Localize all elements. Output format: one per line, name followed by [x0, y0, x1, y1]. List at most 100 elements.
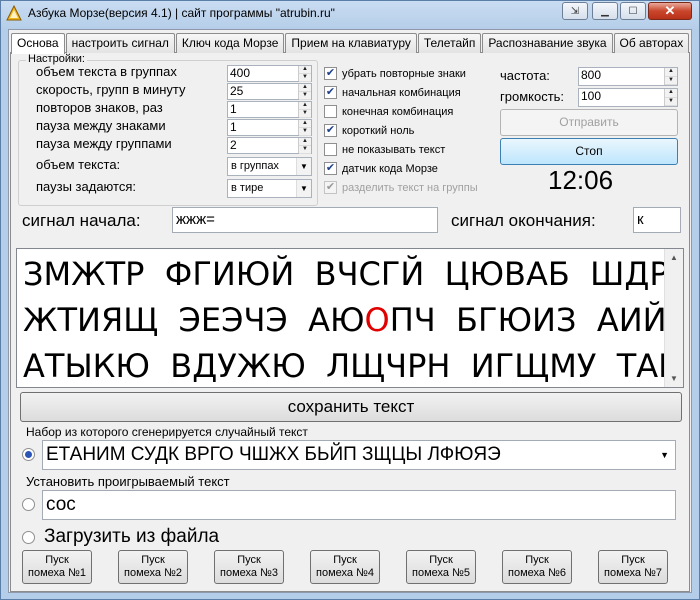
volume-input[interactable]: 100 ▲ ▼	[578, 88, 678, 107]
spin-down-icon[interactable]: ▼	[665, 76, 677, 85]
clock-display: 12:06	[548, 165, 614, 195]
spin-up-icon[interactable]: ▲	[299, 102, 311, 110]
played-text-input[interactable]: сос	[42, 490, 676, 520]
noise-button-1[interactable]: Пуск помеха №1	[22, 550, 92, 584]
spinner[interactable]: ▲ ▼	[664, 89, 677, 106]
tab-strip: Основа настроить сигнал Ключ кода Морзе …	[11, 33, 690, 54]
checkbox-remove-repeats[interactable]: ✔ убрать повторные знаки	[324, 67, 466, 80]
checkbox-box[interactable]	[324, 105, 337, 118]
noise-button-7[interactable]: Пуск помеха №7	[598, 550, 668, 584]
dropdown-arrow-icon[interactable]: ▼	[660, 441, 669, 469]
tab-sound-recognition[interactable]: Распознавание звука	[482, 33, 613, 53]
maximize-button[interactable]: ☐	[620, 2, 646, 20]
morse-text-scrollbar[interactable]: ▲ ▼	[664, 249, 683, 387]
spin-down-icon[interactable]: ▼	[299, 74, 311, 82]
load-file-label: Загрузить из файла	[44, 526, 220, 547]
spinner[interactable]: ▲ ▼	[298, 84, 311, 100]
radio-random-set[interactable]	[22, 448, 44, 461]
label-char-repeats: повторов знаков, раз	[36, 100, 163, 115]
noise-button-3[interactable]: Пуск помеха №3	[214, 550, 284, 584]
checkbox-box[interactable]: ✔	[324, 124, 337, 137]
text-volume-select[interactable]: в группах ▼	[227, 157, 312, 176]
spinner[interactable]: ▲ ▼	[664, 68, 677, 85]
save-text-button[interactable]: сохранить текст	[20, 392, 682, 422]
radio-circle[interactable]	[22, 498, 35, 511]
spin-up-icon[interactable]: ▲	[299, 66, 311, 74]
minimize-button[interactable]: ▁	[592, 2, 618, 20]
checkbox-box[interactable]: ✔	[324, 86, 337, 99]
pause-groups-input[interactable]: 2 ▲ ▼	[227, 137, 312, 154]
morse-text-area[interactable]: ЗМЖТР ФГИЮЙ ВЧСГЙ ЦЮВАБ ШДРОВ ЖТИЯЩ ЭЕЭЧ…	[16, 248, 684, 388]
pause-chars-input[interactable]: 1 ▲ ▼	[227, 119, 312, 136]
spin-down-icon[interactable]: ▼	[299, 128, 311, 136]
spin-down-icon[interactable]: ▼	[299, 110, 311, 118]
scroll-up-icon[interactable]: ▲	[665, 249, 683, 266]
title-bar[interactable]: Азбука Морзе(версия 4.1) | сайт программ…	[0, 0, 700, 28]
tab-signal-settings[interactable]: настроить сигнал	[65, 33, 175, 53]
pause-unit-select[interactable]: в тире ▼	[227, 179, 312, 198]
noise-button-2[interactable]: Пуск помеха №2	[118, 550, 188, 584]
spin-up-icon[interactable]: ▲	[299, 84, 311, 92]
tab-about[interactable]: Об авторах	[613, 33, 690, 53]
radio-load-file[interactable]: Загрузить из файла	[22, 526, 219, 548]
radio-circle[interactable]	[22, 530, 35, 544]
spinner[interactable]: ▲ ▼	[298, 138, 311, 154]
spin-down-icon[interactable]: ▼	[665, 97, 677, 106]
char-repeats-input[interactable]: 1 ▲ ▼	[227, 101, 312, 118]
pause-unit-value: в тире	[231, 182, 264, 194]
dropdown-arrow-icon[interactable]: ▼	[296, 180, 311, 197]
checkbox-end-combination[interactable]: конечная комбинация	[324, 105, 453, 118]
radio-played-text[interactable]	[22, 498, 44, 511]
tab-teletype[interactable]: Телетайп	[417, 33, 482, 53]
app-icon	[6, 5, 22, 21]
checkbox-short-zero[interactable]: ✔ короткий ноль	[324, 124, 414, 137]
checkbox-label: короткий ноль	[342, 124, 415, 137]
checkbox-start-combination[interactable]: ✔ начальная комбинация	[324, 86, 461, 99]
text-volume-groups-input[interactable]: 400 ▲ ▼	[227, 65, 312, 82]
morse-text-segment: ПЧ БГЮИЗ АИЙШС	[389, 301, 683, 339]
tab-keyboard-input[interactable]: Прием на клавиатуру	[285, 33, 417, 53]
spinner[interactable]: ▲ ▼	[298, 102, 311, 118]
pause-groups-value: 2	[230, 138, 237, 152]
spin-down-icon[interactable]: ▼	[299, 146, 311, 154]
spin-down-icon[interactable]: ▼	[299, 92, 311, 100]
label-pause-unit: паузы задаются:	[36, 179, 136, 194]
noise-button-line1: Пуск	[141, 554, 165, 566]
spinner[interactable]: ▲ ▼	[298, 120, 311, 136]
checkbox-label: разделить текст на группы	[342, 181, 478, 194]
text-volume-groups-value: 400	[230, 66, 251, 80]
start-signal-input[interactable]: жжж=	[172, 207, 438, 233]
checkbox-box: ✔	[324, 181, 337, 194]
tab-osnova[interactable]: Основа	[11, 33, 65, 54]
groups-per-minute-value: 25	[230, 84, 244, 98]
spin-up-icon[interactable]: ▲	[299, 120, 311, 128]
noise-button-line1: Пуск	[525, 554, 549, 566]
checkbox-box[interactable]: ✔	[324, 162, 337, 175]
end-signal-input[interactable]: к	[633, 207, 681, 233]
spin-up-icon[interactable]: ▲	[665, 89, 677, 98]
checkbox-box[interactable]: ✔	[324, 67, 337, 80]
spin-up-icon[interactable]: ▲	[299, 138, 311, 146]
spinner[interactable]: ▲ ▼	[298, 66, 311, 82]
noise-button-6[interactable]: Пуск помеха №6	[502, 550, 572, 584]
noise-button-4[interactable]: Пуск помеха №4	[310, 550, 380, 584]
help-button[interactable]: ⇲	[562, 2, 588, 20]
spin-up-icon[interactable]: ▲	[665, 68, 677, 77]
checkbox-box[interactable]	[324, 143, 337, 156]
radio-circle[interactable]	[22, 448, 35, 461]
label-groups-per-minute: скорость, групп в минуту	[36, 82, 186, 97]
random-set-select[interactable]: ЕТАНИМ СУДК ВРГО ЧШЖХ БЬЙП ЗЩЦЫ ЛФЮЯЭ ▼	[42, 440, 676, 470]
noise-button-5[interactable]: Пуск помеха №5	[406, 550, 476, 584]
tab-morse-key[interactable]: Ключ кода Морзе	[175, 33, 285, 53]
current-letter-highlight: О	[364, 301, 390, 339]
checkbox-label: датчик кода Морзе	[342, 162, 438, 175]
frequency-input[interactable]: 800 ▲ ▼	[578, 67, 678, 86]
stop-button[interactable]: Стоп	[500, 138, 678, 165]
groups-per-minute-input[interactable]: 25 ▲ ▼	[227, 83, 312, 100]
scroll-down-icon[interactable]: ▼	[665, 370, 683, 387]
volume-value: 100	[581, 89, 602, 103]
checkbox-hide-text[interactable]: не показывать текст	[324, 143, 445, 156]
close-button[interactable]: ✕	[648, 2, 692, 20]
checkbox-morse-sensor[interactable]: ✔ датчик кода Морзе	[324, 162, 438, 175]
dropdown-arrow-icon[interactable]: ▼	[296, 158, 311, 175]
